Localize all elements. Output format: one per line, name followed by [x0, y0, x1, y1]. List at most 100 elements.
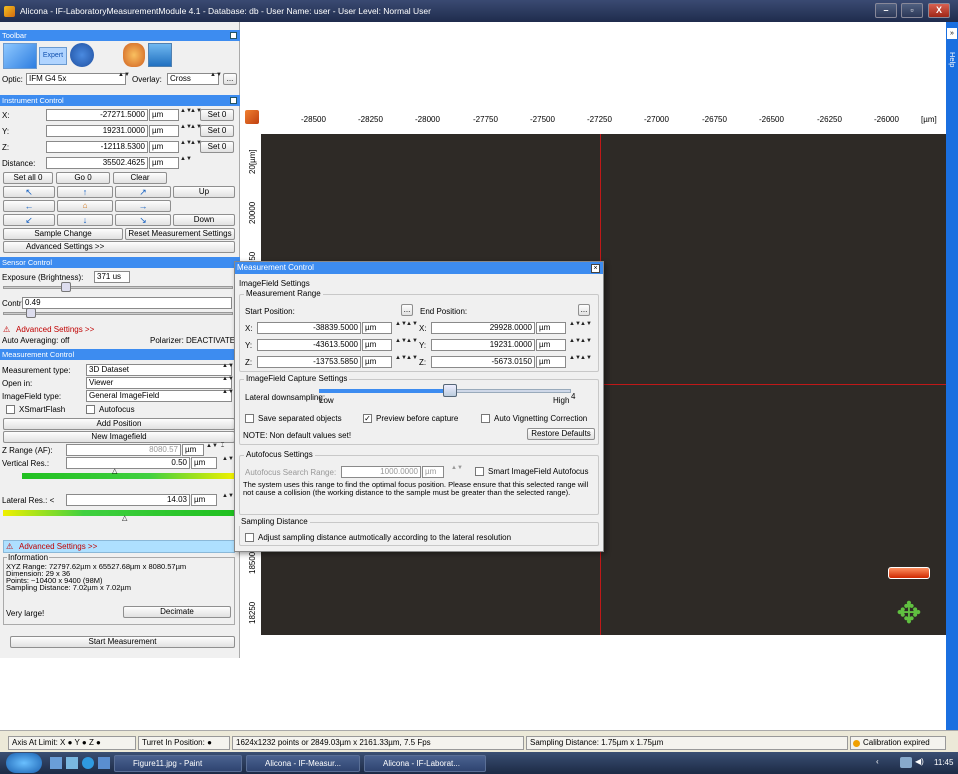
close-button[interactable]: X	[928, 3, 950, 18]
z-position-field[interactable]: -12118.5300	[46, 141, 148, 153]
home-icon[interactable]: ⌂	[57, 200, 113, 212]
save-separated-checkbox[interactable]	[245, 414, 254, 423]
z-range-field[interactable]: 8080.57	[66, 444, 181, 456]
media-icon[interactable]	[98, 757, 110, 769]
contrast-field[interactable]: 0.49	[22, 297, 232, 309]
imagefield-type-select[interactable]: General ImageField	[86, 390, 232, 402]
contrast-slider-thumb[interactable]	[26, 308, 36, 318]
move-left-button[interactable]: ←	[3, 200, 55, 212]
volume-icon[interactable]: ◀)	[915, 757, 924, 766]
preview-before-capture-checkbox[interactable]: ✓	[363, 414, 372, 423]
start-x-unit[interactable]: µm	[362, 322, 392, 334]
restore-defaults-button[interactable]: Restore Defaults	[527, 428, 595, 440]
taskbar-item[interactable]: Alicona - IF-Laborat...	[364, 755, 486, 772]
range-icon[interactable]: ⌶	[218, 443, 227, 456]
sample-change-button[interactable]: Sample Change	[3, 228, 123, 240]
start-button[interactable]	[6, 753, 42, 773]
tray-chevron-icon[interactable]: ‹	[876, 757, 879, 766]
image-icon[interactable]	[148, 43, 172, 67]
move-down-button[interactable]: ↓	[57, 214, 113, 226]
start-z-field[interactable]: -13753.5850	[257, 356, 361, 368]
start-z-unit[interactable]: µm	[362, 356, 392, 368]
z-spin-icon[interactable]: ▲▼	[190, 140, 202, 153]
move-up-left-button[interactable]: ↖	[3, 186, 55, 198]
y-set0-button[interactable]: Set 0	[200, 125, 234, 137]
start-x-spin-icon[interactable]: ▲▼	[406, 321, 418, 334]
instrument-advanced-settings-button[interactable]: Advanced Settings >>	[3, 241, 235, 253]
move-down-right-button[interactable]: ↘	[115, 214, 171, 226]
start-x-field[interactable]: -38839.5000	[257, 322, 361, 334]
overlay-more-button[interactable]: ...	[223, 73, 237, 85]
move-right-button[interactable]: →	[115, 200, 171, 212]
collapse-instrument-icon[interactable]	[230, 97, 237, 104]
navigation-cross-icon[interactable]: ✥	[887, 595, 931, 633]
x-set0-button[interactable]: Set 0	[200, 109, 234, 121]
smart-af-checkbox[interactable]	[475, 467, 484, 476]
help-tab[interactable]: Help	[948, 52, 957, 67]
exposure-field[interactable]: 371 us	[94, 271, 130, 283]
ruler-settings-icon[interactable]	[245, 110, 259, 124]
exposure-slider-thumb[interactable]	[60, 282, 71, 292]
explorer-icon[interactable]	[66, 757, 78, 769]
end-position-more-button[interactable]: ...	[578, 304, 590, 316]
collapse-toolbar-icon[interactable]	[230, 32, 237, 39]
end-y-unit[interactable]: µm	[536, 339, 566, 351]
open-in-select[interactable]: Viewer	[86, 377, 232, 389]
lateral-res-field[interactable]: 14.03	[66, 494, 190, 506]
add-position-button[interactable]: Add Position	[3, 418, 235, 430]
y-position-field[interactable]: 19231.0000	[46, 125, 148, 137]
taskbar-item[interactable]: Figure11.jpg - Paint	[114, 755, 242, 772]
end-x-spin-icon[interactable]: ▲▼	[580, 321, 592, 334]
xsmartflash-checkbox[interactable]	[6, 405, 15, 414]
move-up-button[interactable]: ↑	[57, 186, 113, 198]
lateral-res-unit-select[interactable]: µm	[191, 494, 217, 506]
go-0-button[interactable]: Go 0	[56, 172, 110, 184]
gear-icon[interactable]	[70, 43, 94, 67]
move-down-left-button[interactable]: ↙	[3, 214, 55, 226]
light-intensity-icon[interactable]	[888, 567, 930, 579]
taskbar-item[interactable]: Alicona - IF-Measur...	[246, 755, 360, 772]
distance-unit-select[interactable]: µm	[149, 157, 179, 169]
x-unit-select[interactable]: µm	[149, 109, 179, 121]
start-measurement-button[interactable]: Start Measurement	[10, 636, 235, 648]
end-y-field[interactable]: 19231.0000	[431, 339, 535, 351]
dialog-close-icon[interactable]: ×	[591, 264, 600, 273]
af-search-range-unit[interactable]: µm	[422, 466, 444, 478]
expert-button[interactable]: Expert	[39, 47, 67, 65]
clear-button[interactable]: Clear	[113, 172, 167, 184]
end-x-unit[interactable]: µm	[536, 322, 566, 334]
network-icon[interactable]	[900, 757, 912, 768]
expand-dock-button[interactable]: »	[947, 28, 957, 39]
z-down-button[interactable]: Down	[173, 214, 235, 226]
end-z-spin-icon[interactable]: ▲▼	[580, 355, 592, 368]
start-y-field[interactable]: -43613.5000	[257, 339, 361, 351]
af-search-range-field[interactable]: 1000.0000	[341, 466, 421, 478]
x-spin-icon[interactable]: ▲▼	[190, 108, 202, 121]
vertical-res-field[interactable]: 0.50	[66, 457, 190, 469]
set-all-0-button[interactable]: Set all 0	[3, 172, 53, 184]
z-range-unit-select[interactable]: µm	[182, 444, 204, 456]
vertical-res-unit-select[interactable]: µm	[191, 457, 217, 469]
y-unit-select[interactable]: µm	[149, 125, 179, 137]
end-y-spin-icon[interactable]: ▲▼	[580, 338, 592, 351]
end-x-field[interactable]: 29928.0000	[431, 322, 535, 334]
tool-icon[interactable]	[3, 43, 37, 69]
sensor-advanced-settings-link[interactable]: Advanced Settings >>	[16, 325, 94, 334]
downsampling-slider-thumb[interactable]	[443, 384, 457, 397]
lightbulb-icon[interactable]	[123, 43, 145, 67]
end-z-field[interactable]: -5673.0150	[431, 356, 535, 368]
start-y-spin-icon[interactable]: ▲▼	[406, 338, 418, 351]
maximize-button[interactable]: ▫	[901, 3, 923, 18]
decimate-button[interactable]: Decimate	[123, 606, 231, 618]
measurement-type-select[interactable]: 3D Dataset	[86, 364, 232, 376]
start-position-more-button[interactable]: ...	[401, 304, 413, 316]
adjust-sampling-checkbox[interactable]	[245, 533, 254, 542]
contrast-slider-track[interactable]	[3, 312, 233, 315]
autofocus-checkbox[interactable]	[86, 405, 95, 414]
auto-vignetting-checkbox[interactable]	[481, 414, 490, 423]
x-position-field[interactable]: -27271.5000	[46, 109, 148, 121]
reset-measurement-settings-button[interactable]: Reset Measurement Settings	[125, 228, 235, 240]
start-y-unit[interactable]: µm	[362, 339, 392, 351]
measurement-advanced-settings-link[interactable]: Advanced Settings >>	[19, 542, 97, 551]
move-up-right-button[interactable]: ↗	[115, 186, 171, 198]
